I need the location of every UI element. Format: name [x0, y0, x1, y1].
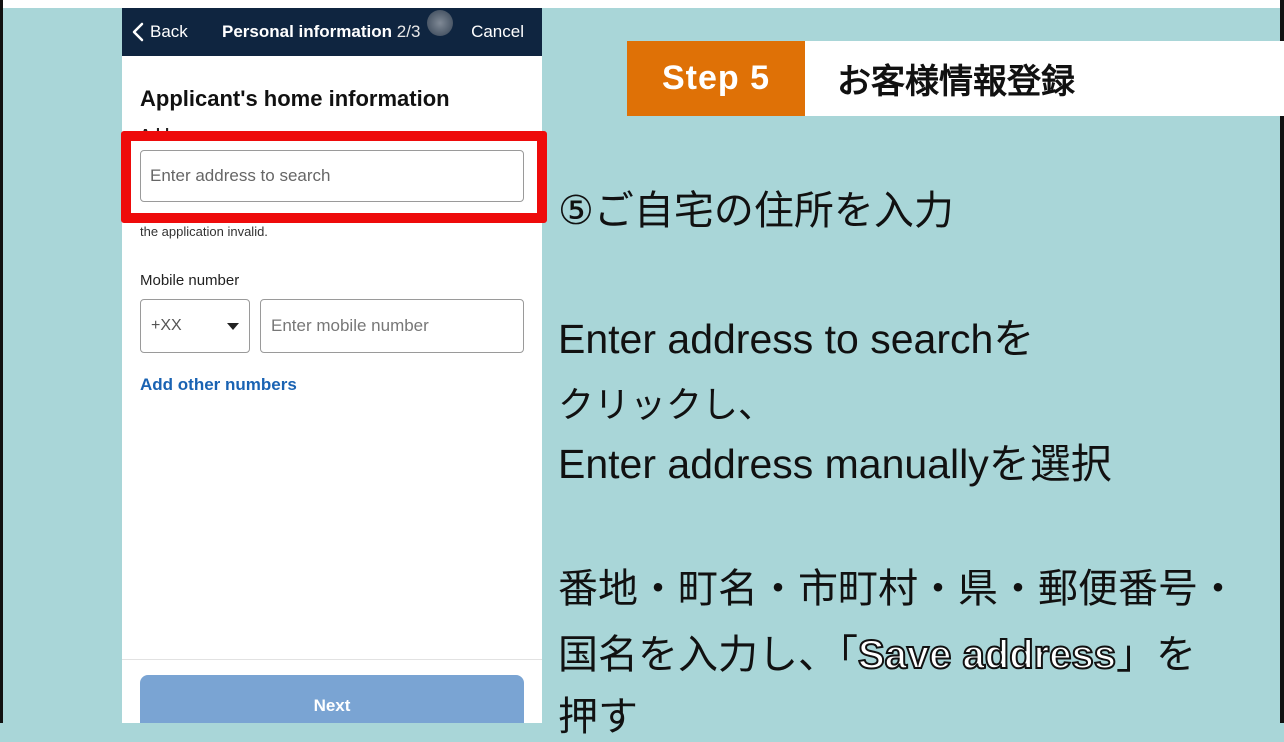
- section-heading: Applicant's home information: [140, 86, 450, 111]
- instruction-line-6: 国名を入力し、「Save address」を: [558, 622, 1196, 680]
- instruction-line-4: Enter address manuallyを選択: [558, 441, 1112, 487]
- instruction-line-7: 押す: [558, 695, 638, 739]
- instruction-line-1: ⑤ご自宅の住所を入力: [558, 189, 954, 233]
- frame-top-line: [0, 0, 1284, 8]
- back-label: Back: [150, 22, 188, 41]
- instruction-line-3: クリックし、: [558, 384, 775, 425]
- instruction-line-2: Enter address to searchを: [558, 316, 1035, 362]
- next-button[interactable]: Next: [140, 675, 524, 723]
- nav-bar: Back Personal information 2/3 Cancel: [122, 8, 542, 56]
- frame-left-border: [0, 0, 3, 723]
- caret-down-icon: [227, 322, 239, 330]
- mobile-row: +XX Enter mobile number: [140, 299, 524, 353]
- country-code-value: +XX: [151, 317, 182, 334]
- chevron-left-icon: [132, 22, 144, 42]
- add-other-numbers-link[interactable]: Add other numbers: [140, 375, 524, 395]
- step-title: お客様情報登録: [805, 41, 1284, 116]
- save-address-highlight: Save address: [857, 632, 1117, 678]
- instruction-line-6-prefix: 国名を入力し、「: [558, 633, 858, 677]
- instruction-line-6-suffix: 」を: [1115, 633, 1196, 677]
- country-code-select[interactable]: +XX: [140, 299, 250, 353]
- mobile-placeholder: Enter mobile number: [271, 316, 429, 335]
- cancel-button[interactable]: Cancel: [471, 22, 524, 42]
- instruction-line-5: 番地・町名・市町村・県・郵便番号・: [558, 567, 1238, 611]
- mobile-label: Mobile number: [140, 272, 240, 289]
- nav-title-text: Personal information: [222, 22, 393, 41]
- phone-screen: Back Personal information 2/3 Cancel App…: [122, 8, 542, 723]
- mobile-number-input[interactable]: Enter mobile number: [260, 299, 524, 353]
- bottom-divider: [122, 659, 542, 660]
- touch-indicator: [427, 10, 453, 36]
- address-highlight-box: [121, 131, 547, 223]
- helper-text-visible: the application invalid.: [140, 224, 268, 239]
- step-badge: Step 5: [627, 41, 805, 116]
- nav-step-count: 2/3: [396, 22, 421, 41]
- nav-title: Personal information 2/3: [222, 22, 420, 42]
- back-button[interactable]: Back: [132, 22, 188, 42]
